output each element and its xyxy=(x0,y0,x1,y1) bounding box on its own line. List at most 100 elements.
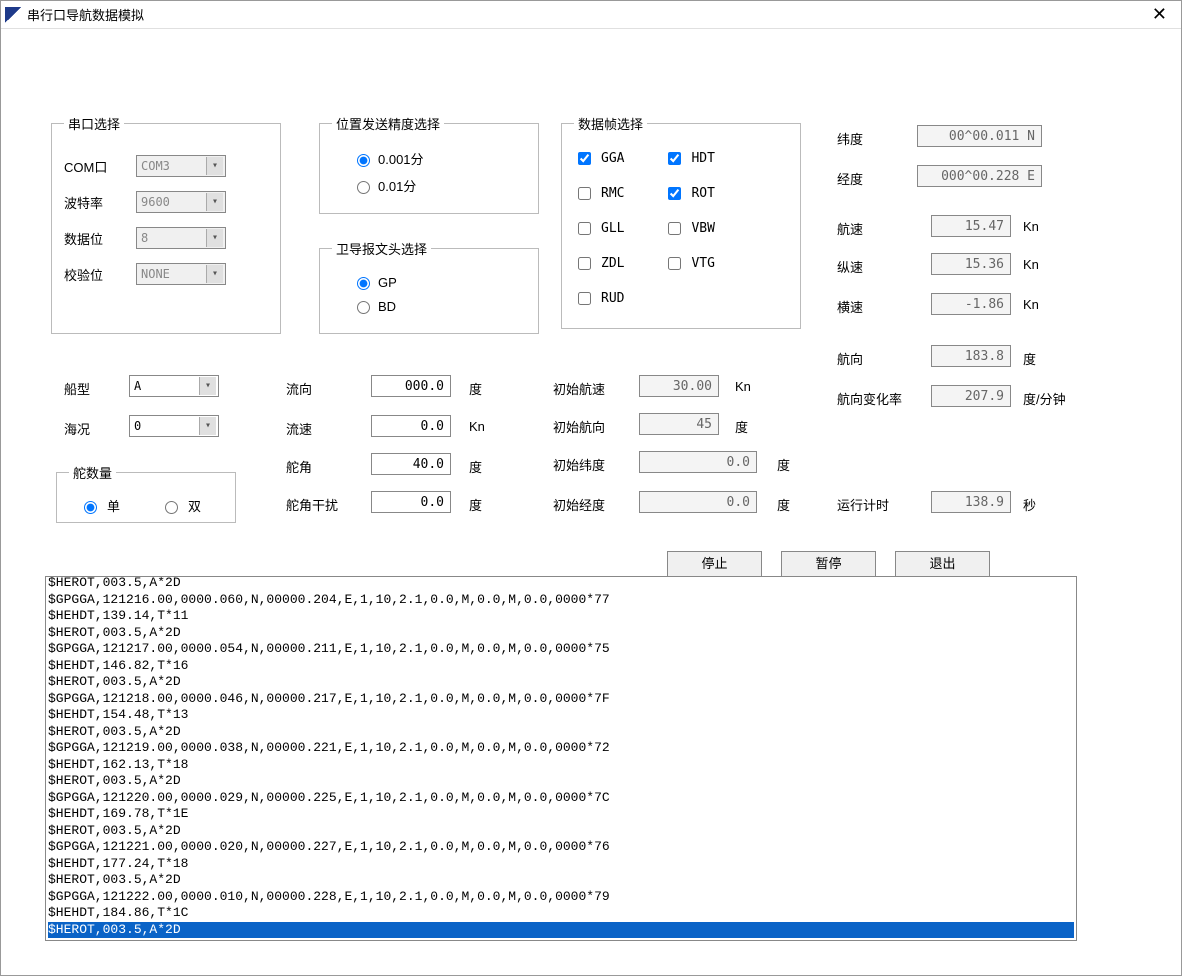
stop-button[interactable]: 停止 xyxy=(667,551,762,577)
flow-spd[interactable]: 0.0 xyxy=(371,415,451,437)
chk-gga[interactable] xyxy=(578,152,591,165)
title-bar: 串行口导航数据模拟 ✕ xyxy=(1,1,1181,29)
status-spd: 15.47 xyxy=(931,215,1011,237)
log-line[interactable]: $HEROT,003.5,A*2D xyxy=(48,576,1074,592)
chk-hdt[interactable] xyxy=(668,152,681,165)
chk-rmc[interactable] xyxy=(578,187,591,200)
window-title: 串行口导航数据模拟 xyxy=(27,5,1142,24)
parity-label: 校验位 xyxy=(64,265,136,284)
flow-dir[interactable]: 000.0 xyxy=(371,375,451,397)
precision-opt2[interactable] xyxy=(357,181,370,194)
status-hspd: -1.86 xyxy=(931,293,1011,315)
status-vspd: 15.36 xyxy=(931,253,1011,275)
com-select[interactable]: COM3 xyxy=(136,155,226,177)
log-line[interactable]: $GPGGA,121217.00,0000.054,N,00000.211,E,… xyxy=(48,641,1074,658)
log-line[interactable]: $HEROT,003.5,A*2D xyxy=(48,724,1074,741)
log-line[interactable]: $HEHDT,154.48,T*13 xyxy=(48,707,1074,724)
precision-legend: 位置发送精度选择 xyxy=(332,114,444,133)
log-line[interactable]: $GPGGA,121216.00,0000.060,N,00000.204,E,… xyxy=(48,592,1074,609)
log-line[interactable]: $HEHDT,146.82,T*16 xyxy=(48,658,1074,675)
header-legend: 卫导报文头选择 xyxy=(332,239,431,258)
log-line[interactable]: $GPGGA,121218.00,0000.046,N,00000.217,E,… xyxy=(48,691,1074,708)
status-hdg-label: 航向 xyxy=(837,349,863,368)
log-line[interactable]: $HEROT,003.5,A*2D xyxy=(48,773,1074,790)
ship-type-select[interactable]: A xyxy=(129,375,219,397)
rudder-noise-unit: 度 xyxy=(469,495,482,514)
log-line[interactable]: $HEHDT,169.78,T*1E xyxy=(48,806,1074,823)
init-hdg: 45 xyxy=(639,413,719,435)
rudder-noise[interactable]: 0.0 xyxy=(371,491,451,513)
status-lon: 000^00.228 E xyxy=(917,165,1042,187)
status-spd-label: 航速 xyxy=(837,219,863,238)
chk-gll[interactable] xyxy=(578,222,591,235)
chk-zdl[interactable] xyxy=(578,257,591,270)
init-spd-unit: Kn xyxy=(735,379,751,394)
status-rate-unit: 度/分钟 xyxy=(1023,389,1066,408)
status-time: 138.9 xyxy=(931,491,1011,513)
init-lat: 0.0 xyxy=(639,451,757,473)
pause-button[interactable]: 暂停 xyxy=(781,551,876,577)
close-icon[interactable]: ✕ xyxy=(1142,4,1177,25)
log-line[interactable]: $GPGGA,121222.00,0000.010,N,00000.228,E,… xyxy=(48,889,1074,906)
frames-legend: 数据帧选择 xyxy=(574,114,647,133)
parity-select[interactable]: NONE xyxy=(136,263,226,285)
log-output[interactable]: $GPGGA,121215.00,0000.066,N,00000.197,E,… xyxy=(45,576,1077,941)
sea-select[interactable]: 0 xyxy=(129,415,219,437)
databits-label: 数据位 xyxy=(64,229,136,248)
precision-group: 位置发送精度选择 0.001分 0.01分 xyxy=(319,114,539,214)
header-opt2[interactable] xyxy=(357,301,370,314)
chk-vtg[interactable] xyxy=(668,257,681,270)
status-time-unit: 秒 xyxy=(1023,495,1036,514)
status-vspd-unit: Kn xyxy=(1023,257,1039,272)
rudder-ang-label: 舵角 xyxy=(286,457,312,476)
log-line[interactable]: $HEROT,003.5,A*2D xyxy=(48,625,1074,642)
flow-spd-unit: Kn xyxy=(469,419,485,434)
databits-select[interactable]: 8 xyxy=(136,227,226,249)
status-hdg-unit: 度 xyxy=(1023,349,1036,368)
status-hspd-label: 横速 xyxy=(837,297,863,316)
status-rate: 207.9 xyxy=(931,385,1011,407)
log-line[interactable]: $GPGGA,121220.00,0000.029,N,00000.225,E,… xyxy=(48,790,1074,807)
status-time-label: 运行计时 xyxy=(837,495,889,514)
init-lat-label: 初始纬度 xyxy=(553,455,605,474)
rudder-single[interactable] xyxy=(84,501,97,514)
exit-button[interactable]: 退出 xyxy=(895,551,990,577)
init-lon-unit: 度 xyxy=(777,495,790,514)
sea-label: 海况 xyxy=(64,419,90,438)
status-lon-label: 经度 xyxy=(837,169,863,188)
precision-opt1[interactable] xyxy=(357,154,370,167)
serial-legend: 串口选择 xyxy=(64,114,124,133)
log-line[interactable]: $HEHDT,177.24,T*18 xyxy=(48,856,1074,873)
log-line[interactable]: $HEHDT,162.13,T*18 xyxy=(48,757,1074,774)
status-hspd-unit: Kn xyxy=(1023,297,1039,312)
chk-rud[interactable] xyxy=(578,292,591,305)
header-opt1[interactable] xyxy=(357,277,370,290)
baud-select[interactable]: 9600 xyxy=(136,191,226,213)
chk-vbw[interactable] xyxy=(668,222,681,235)
log-line[interactable]: $HEHDT,139.14,T*11 xyxy=(48,608,1074,625)
rudder-ang[interactable]: 40.0 xyxy=(371,453,451,475)
log-line[interactable]: $HEROT,003.5,A*2D xyxy=(48,922,1074,939)
log-line[interactable]: $GPGGA,121219.00,0000.038,N,00000.221,E,… xyxy=(48,740,1074,757)
init-hdg-label: 初始航向 xyxy=(553,417,605,436)
init-lat-unit: 度 xyxy=(777,455,790,474)
rudder-double[interactable] xyxy=(165,501,178,514)
init-hdg-unit: 度 xyxy=(735,417,748,436)
log-line[interactable]: $HEROT,003.5,A*2D xyxy=(48,823,1074,840)
frames-group: 数据帧选择 GGA RMC GLL ZDL RUD HDT ROT VBW VT… xyxy=(561,114,801,329)
log-line[interactable]: $HEHDT,184.86,T*1C xyxy=(48,905,1074,922)
init-spd: 30.00 xyxy=(639,375,719,397)
init-lon: 0.0 xyxy=(639,491,757,513)
app-icon xyxy=(5,7,21,23)
status-vspd-label: 纵速 xyxy=(837,257,863,276)
init-spd-label: 初始航速 xyxy=(553,379,605,398)
log-line[interactable]: $HEROT,003.5,A*2D xyxy=(48,674,1074,691)
status-hdg: 183.8 xyxy=(931,345,1011,367)
chk-rot[interactable] xyxy=(668,187,681,200)
rudder-ang-unit: 度 xyxy=(469,457,482,476)
log-line[interactable]: $GPGGA,121221.00,0000.020,N,00000.227,E,… xyxy=(48,839,1074,856)
log-line[interactable]: $HEROT,003.5,A*2D xyxy=(48,872,1074,889)
com-label: COM口 xyxy=(64,157,136,176)
status-rate-label: 航向变化率 xyxy=(837,389,902,408)
flow-spd-label: 流速 xyxy=(286,419,312,438)
